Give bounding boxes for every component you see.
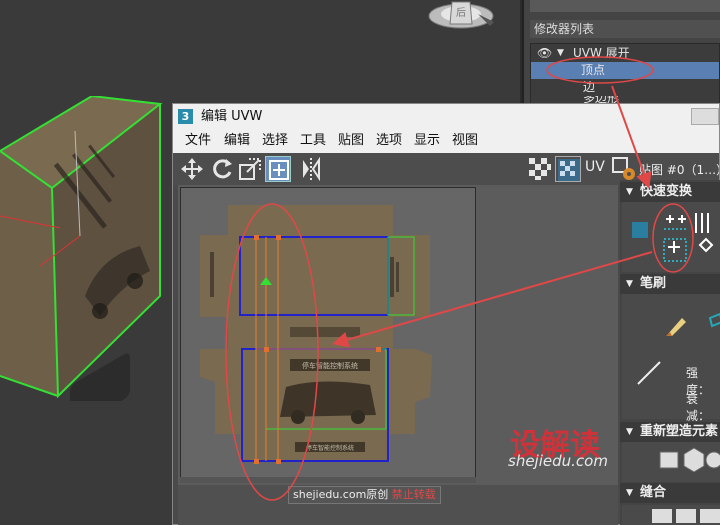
eye-icon[interactable]: 👁: [537, 45, 552, 62]
reshape-elements-rollout[interactable]: ▼ 重新塑造元素: [620, 422, 720, 442]
app-icon: 3: [178, 109, 193, 124]
window-title: 编辑 UVW: [201, 109, 263, 124]
reshape-buttons[interactable]: [656, 444, 720, 472]
viewcube-gizmo[interactable]: 后: [428, 0, 506, 32]
stack-item-edge[interactable]: 边: [531, 79, 719, 96]
settings-icon[interactable]: [611, 156, 637, 182]
collapse-arrow-icon: ▼: [626, 427, 633, 437]
brush-rollout[interactable]: ▼ 笔刷: [620, 274, 720, 294]
move-icon[interactable]: [179, 156, 205, 182]
menu-options[interactable]: 选项: [376, 129, 402, 153]
menu-view[interactable]: 视图: [452, 129, 478, 153]
modifier-list-dropdown[interactable]: 修改器列表: [530, 20, 720, 38]
quick-transform-body: [622, 202, 720, 272]
menu-mapping[interactable]: 贴图: [338, 129, 364, 153]
rollout-title: 重新塑造元素: [640, 424, 719, 439]
box-print-label: 停车智能控制系统: [302, 361, 358, 370]
falloff-label: 衰减：: [686, 392, 711, 423]
stitch-rollout[interactable]: ▼ 缝合: [620, 483, 720, 503]
modifier-stack[interactable]: 👁 ▼ UVW 展开 顶点 边 多边形: [530, 43, 720, 105]
checker2-icon[interactable]: [555, 156, 581, 182]
menu-display[interactable]: 显示: [414, 129, 440, 153]
rotate-icon[interactable]: [209, 156, 235, 182]
stitch-body: [622, 505, 720, 525]
stack-item-label: 顶点: [581, 63, 606, 77]
freeform-icon[interactable]: [265, 156, 291, 182]
stack-item-label: 边: [583, 80, 596, 94]
brush-line-icon[interactable]: [634, 358, 664, 388]
rollout-title: 笔刷: [640, 276, 667, 291]
stack-item-vertex[interactable]: 顶点: [531, 62, 719, 79]
watermark-note: shejiedu.com原创 禁止转载: [288, 486, 441, 504]
collapse-arrow-icon: ▼: [626, 488, 633, 498]
relax-brush-icon[interactable]: [708, 312, 720, 336]
object-name-field[interactable]: [530, 0, 720, 12]
watermark-url: shejiedu.com: [508, 452, 608, 470]
menu-bar: 文件 编辑 选择 工具 贴图 选项 显示 视图: [173, 129, 719, 153]
align-icon[interactable]: [632, 222, 648, 238]
watermark-note-text: shejiedu.com原创: [293, 488, 389, 501]
menu-file[interactable]: 文件: [185, 129, 211, 153]
collapse-arrow-icon: ▼: [626, 279, 633, 289]
stack-item-label: UVW 展开: [573, 46, 630, 60]
window-titlebar[interactable]: 3 编辑 UVW: [173, 104, 719, 129]
mirror-icon[interactable]: [298, 156, 324, 182]
menu-edit[interactable]: 编辑: [224, 129, 250, 153]
quick-transform-buttons[interactable]: [660, 207, 720, 267]
uv-dropdown[interactable]: UV: [585, 159, 605, 175]
expand-arrow-icon[interactable]: ▼: [557, 45, 564, 62]
viewcube-face-label: 后: [456, 7, 466, 19]
uvw-rollout-panel: ▼ 快速变换 ▼ 笔刷 强度： 衰减： ▼ 重新塑造元素 ▼ 缝合: [620, 180, 720, 525]
minimize-button[interactable]: [691, 108, 719, 125]
watermark-note-warning: 禁止转载: [391, 488, 436, 501]
rollout-title: 缝合: [640, 485, 667, 500]
checker-icon[interactable]: [527, 156, 553, 182]
menu-select[interactable]: 选择: [262, 129, 288, 153]
quick-transform-rollout[interactable]: ▼ 快速变换: [620, 182, 720, 202]
scale-icon[interactable]: [237, 156, 263, 182]
stack-item-uvw-unwrap[interactable]: 👁 ▼ UVW 展开: [531, 45, 719, 62]
paint-brush-icon[interactable]: [662, 310, 692, 340]
reshape-body: [622, 442, 720, 482]
rollout-title: 快速变换: [640, 184, 693, 199]
collapse-arrow-icon: ▼: [626, 187, 633, 197]
brush-body: 强度： 衰减：: [622, 294, 720, 423]
uv-layout[interactable]: 停车智能控制系统 停车智能控制系统: [180, 187, 476, 483]
textured-box-model[interactable]: [0, 96, 165, 401]
menu-tools[interactable]: 工具: [300, 129, 326, 153]
stitch-buttons[interactable]: [650, 507, 720, 523]
box-print-label: 停车智能控制系统: [306, 444, 354, 452]
texture-map-dropdown[interactable]: 贴图 #0（1…）: [639, 161, 719, 178]
